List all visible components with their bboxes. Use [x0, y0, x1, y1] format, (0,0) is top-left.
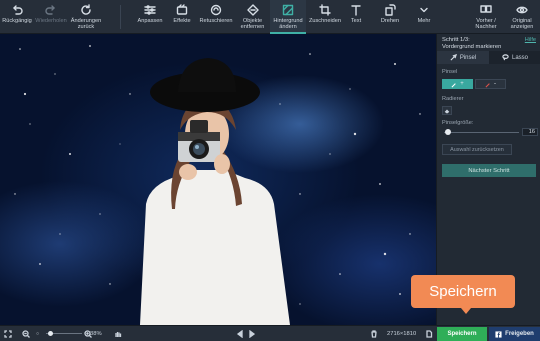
- crop-label: Zuschneiden: [308, 18, 342, 24]
- change-background-label: Hintergrund ändern: [273, 18, 303, 30]
- text-label: Text: [350, 18, 362, 24]
- change-background-icon: [282, 4, 294, 16]
- brush-size-label: Pinselgröße:: [442, 120, 474, 126]
- reset-selection-button[interactable]: Auswahl zurücksetzen: [442, 144, 512, 155]
- redo-button[interactable]: Wiederholen: [34, 0, 68, 34]
- show-original-button[interactable]: Original anzeigen: [505, 0, 539, 34]
- save-callout: Speichern: [411, 275, 515, 308]
- crop-icon: [319, 4, 331, 16]
- more-label: Mehr: [417, 18, 431, 24]
- chevron-down-icon: [420, 7, 428, 13]
- rotate-label: Drehen: [380, 18, 400, 24]
- revert-label: Änderungen zurück: [70, 18, 102, 30]
- tab-lasso[interactable]: Lasso: [489, 51, 540, 64]
- bottom-bar: ○ 38% 2716×1810 Speichern Freigeben: [0, 325, 540, 341]
- brush-minus-icon: [485, 82, 490, 87]
- before-after-button[interactable]: Vorher / Nachher: [470, 0, 502, 34]
- hand-icon: [115, 332, 122, 337]
- image-info-button[interactable]: [425, 326, 433, 341]
- top-toolbar: Rückgängig Wiederholen Änderungen zurück…: [0, 0, 540, 34]
- share-label: Freigeben: [505, 331, 534, 337]
- retouch-icon: [210, 4, 222, 16]
- undo-label: Rückgängig: [2, 18, 32, 24]
- next-step-button[interactable]: Nächster Schritt: [442, 164, 536, 177]
- lasso-icon: [502, 54, 509, 61]
- step-title: Schritt 1/3: Vordergrund markieren: [442, 37, 502, 50]
- eraser-button[interactable]: [442, 106, 452, 115]
- refresh-icon: [81, 4, 91, 15]
- facebook-icon: [495, 330, 502, 338]
- show-original-label: Original anzeigen: [510, 18, 534, 30]
- revert-changes-button[interactable]: Änderungen zurück: [68, 0, 104, 34]
- film-effects-icon: [176, 4, 188, 15]
- redo-label: Wiederholen: [35, 18, 67, 24]
- zoom-slider-thumb[interactable]: [48, 331, 53, 336]
- effects-label: Effekte: [173, 18, 191, 24]
- remove-objects-button[interactable]: Objekte entfernen: [236, 0, 269, 34]
- change-background-button[interactable]: Hintergrund ändern: [270, 0, 306, 34]
- rotate-button[interactable]: Drehen: [376, 0, 404, 34]
- text-icon: [351, 5, 361, 16]
- brush-size-slider-thumb[interactable]: [445, 129, 452, 135]
- zoom-out-button[interactable]: [22, 326, 30, 341]
- more-button[interactable]: Mehr: [414, 0, 434, 34]
- document-icon: [426, 330, 433, 338]
- background-brush-button[interactable]: -: [475, 79, 506, 89]
- brush-size-value[interactable]: 16: [522, 128, 538, 136]
- foreground-brush-button[interactable]: +: [442, 79, 473, 89]
- brush-section-label: Pinsel: [442, 69, 458, 75]
- sliders-icon: [144, 5, 156, 15]
- eye-icon: [516, 6, 528, 14]
- undo-icon: [13, 5, 23, 15]
- help-link[interactable]: Hilfe: [525, 37, 536, 43]
- tab-lasso-label: Lasso: [511, 54, 528, 61]
- photo-canvas[interactable]: [0, 34, 436, 325]
- retouch-label: Retuschieren: [199, 18, 233, 24]
- toolbar-divider: [120, 5, 121, 29]
- remove-object-icon: [246, 4, 259, 16]
- effects-button[interactable]: Effekte: [168, 0, 196, 34]
- zoom-out-icon: [22, 330, 30, 338]
- previous-image-button[interactable]: [236, 326, 244, 341]
- fit-screen-button[interactable]: [4, 326, 12, 341]
- eraser-icon: [444, 109, 450, 113]
- brush-plus-label: +: [460, 81, 464, 87]
- before-after-label: Vorher / Nachher: [475, 18, 497, 30]
- delete-button[interactable]: [370, 326, 378, 341]
- remove-objects-label: Objekte entfernen: [240, 18, 265, 30]
- next-image-button[interactable]: [248, 326, 256, 341]
- brush-icon: [450, 54, 457, 61]
- tab-brush-label: Pinsel: [459, 54, 477, 61]
- rotate-icon: [385, 4, 396, 16]
- zoom-percent: 38%: [90, 331, 102, 337]
- share-button[interactable]: Freigeben: [489, 327, 540, 341]
- photo-image: [14, 45, 421, 325]
- compare-icon: [480, 5, 492, 13]
- image-dimensions: 2716×1810: [387, 326, 416, 341]
- retouch-button[interactable]: Retuschieren: [197, 0, 235, 34]
- triangle-left-icon: [236, 330, 243, 338]
- image-size-text: 2716×1810: [387, 331, 417, 337]
- triangle-right-icon: [249, 330, 256, 338]
- brush-plus-icon: [451, 82, 456, 87]
- save-button[interactable]: Speichern: [437, 327, 487, 341]
- adjust-label: Anpassen: [137, 18, 163, 24]
- trash-icon: [371, 330, 377, 338]
- undo-button[interactable]: Rückgängig: [2, 0, 32, 34]
- fullscreen-icon: [4, 330, 12, 338]
- brush-size-slider-track[interactable]: [444, 132, 519, 133]
- pan-hand-button[interactable]: [114, 326, 122, 341]
- redo-icon: [45, 5, 55, 15]
- brush-minus-label: -: [494, 81, 496, 87]
- text-button[interactable]: Text: [344, 0, 368, 34]
- zoom-slider-start: ○: [36, 331, 40, 337]
- zoom-value: 38%: [90, 326, 102, 341]
- tab-brush[interactable]: Pinsel: [437, 51, 489, 64]
- crop-button[interactable]: Zuschneiden: [307, 0, 343, 34]
- adjust-button[interactable]: Anpassen: [133, 0, 167, 34]
- eraser-section-label: Radierer: [442, 96, 464, 102]
- save-callout-arrow: [461, 308, 471, 314]
- selection-tool-tabs: Pinsel Lasso: [437, 51, 540, 64]
